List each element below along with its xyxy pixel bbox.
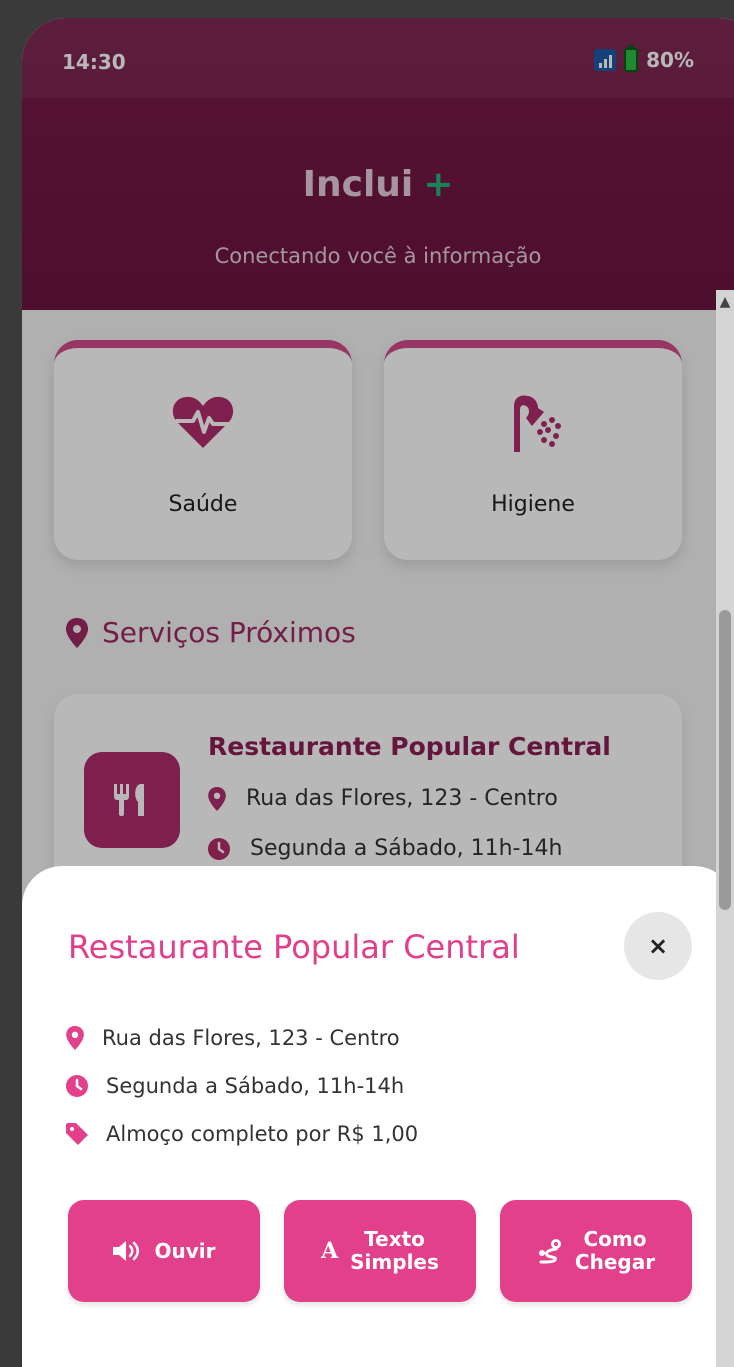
detail-hours-row: Segunda a Sábado, 11h-14h xyxy=(66,1074,404,1098)
font-icon: A xyxy=(321,1238,339,1264)
simple-text-button[interactable]: A Texto Simples xyxy=(284,1200,476,1302)
detail-address: Rua das Flores, 123 - Centro xyxy=(102,1026,400,1050)
directions-button-label: Como Chegar xyxy=(575,1228,655,1274)
simple-text-label-line1: Texto xyxy=(364,1227,425,1251)
tag-icon xyxy=(66,1123,88,1145)
detail-hours: Segunda a Sábado, 11h-14h xyxy=(106,1074,405,1098)
directions-button[interactable]: Como Chegar xyxy=(500,1200,692,1302)
detail-address-row: Rua das Flores, 123 - Centro xyxy=(66,1026,400,1050)
detail-price-row: Almoço completo por R$ 1,00 xyxy=(66,1122,418,1146)
directions-label-line2: Chegar xyxy=(574,1250,656,1274)
map-pin-icon xyxy=(66,1026,84,1050)
close-icon: × xyxy=(647,932,669,960)
device-frame: 14:30 80% Inclui + Conectando você à info… xyxy=(0,0,734,1367)
simple-text-label-line2: Simples xyxy=(350,1250,439,1274)
directions-label-line1: Como xyxy=(583,1227,647,1251)
service-detail-sheet: Restaurante Popular Central × Rua das Fl… xyxy=(22,866,734,1367)
close-button[interactable]: × xyxy=(624,912,692,980)
route-icon xyxy=(538,1239,561,1264)
clock-icon xyxy=(66,1075,88,1097)
app-screen: 14:30 80% Inclui + Conectando você à info… xyxy=(22,18,734,1367)
scrollbar-thumb[interactable] xyxy=(719,610,731,910)
scroll-up-icon[interactable]: ▲ xyxy=(716,294,734,310)
sheet-title: Restaurante Popular Central xyxy=(68,928,520,966)
listen-button[interactable]: Ouvir xyxy=(68,1200,260,1302)
volume-icon xyxy=(112,1241,139,1261)
listen-button-label: Ouvir xyxy=(154,1239,216,1263)
simple-text-button-label: Texto Simples xyxy=(350,1228,439,1274)
detail-price: Almoço completo por R$ 1,00 xyxy=(106,1122,419,1146)
scrollbar[interactable]: ▲ xyxy=(716,290,734,1367)
